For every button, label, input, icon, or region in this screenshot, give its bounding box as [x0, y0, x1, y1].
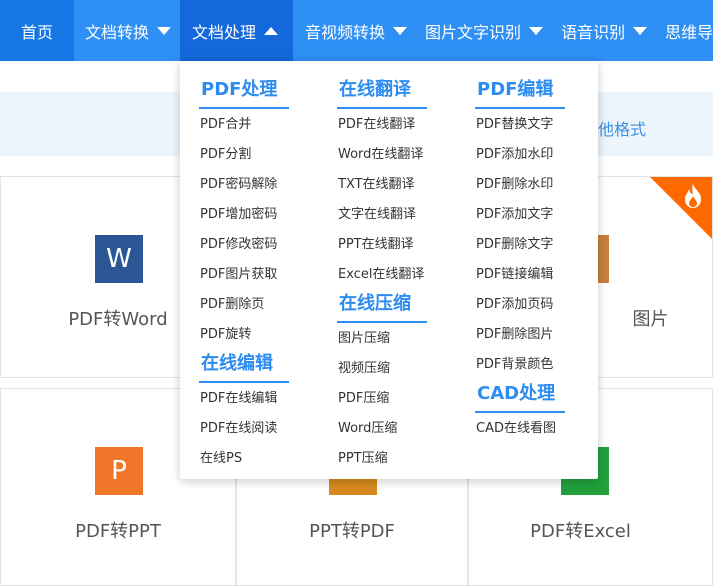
nav-label: 思维导图	[665, 22, 713, 42]
nav-item-doc-process[interactable]: 文档处理	[180, 0, 294, 61]
card-label: PPT转PDF	[309, 521, 395, 542]
menu-excel-translate[interactable]: Excel在线翻译	[338, 263, 424, 282]
menu-pdf-delete-text[interactable]: PDF删除文字	[476, 233, 553, 252]
word-file-icon: W	[95, 235, 143, 283]
menu-pdf-extract-images[interactable]: PDF图片获取	[200, 263, 277, 282]
menu-text-translate[interactable]: 文字在线翻译	[338, 203, 416, 222]
menu-word-compress[interactable]: Word压缩	[338, 417, 397, 436]
nav-label: 图片文字识别	[425, 22, 522, 42]
fire-icon	[685, 184, 701, 208]
banner-text[interactable]: 他格式	[598, 116, 646, 140]
menu-image-compress[interactable]: 图片压缩	[338, 327, 390, 346]
menu-pdf-online-read[interactable]: PDF在线阅读	[200, 417, 277, 436]
menu-ppt-compress[interactable]: PPT压缩	[338, 447, 388, 466]
doc-process-dropdown: PDF处理 PDF合并 PDF分割 PDF密码解除 PDF增加密码 PDF修改密…	[180, 61, 598, 479]
section-cad: CAD处理	[474, 379, 566, 413]
menu-pdf-add-watermark[interactable]: PDF添加水印	[476, 143, 553, 162]
menu-ppt-translate[interactable]: PPT在线翻译	[338, 233, 414, 252]
nav-label: 首页	[20, 22, 53, 42]
menu-pdf-online-edit[interactable]: PDF在线编辑	[200, 387, 277, 406]
menu-pdf-delete-page[interactable]: PDF删除页	[200, 293, 264, 312]
section-online-compress: 在线压缩	[337, 289, 427, 323]
menu-pdf-remove-watermark[interactable]: PDF删除水印	[476, 173, 553, 192]
menu-pdf-merge[interactable]: PDF合并	[200, 113, 251, 132]
nav-label: 文档处理	[192, 22, 257, 42]
menu-pdf-split[interactable]: PDF分割	[200, 143, 251, 162]
section-pdf-edit: PDF编辑	[474, 75, 566, 109]
menu-pdf-add-password[interactable]: PDF增加密码	[200, 203, 277, 222]
menu-pdf-background-color[interactable]: PDF背景颜色	[476, 353, 553, 372]
caret-down-icon	[157, 26, 172, 35]
menu-pdf-edit-links[interactable]: PDF链接编辑	[476, 263, 553, 282]
menu-video-compress[interactable]: 视频压缩	[338, 357, 390, 376]
menu-word-translate[interactable]: Word在线翻译	[338, 143, 423, 162]
menu-pdf-rotate[interactable]: PDF旋转	[200, 323, 251, 342]
caret-down-icon	[529, 26, 544, 35]
ppt-file-icon: P	[95, 447, 143, 495]
nav-item-doc-convert[interactable]: 文档转换	[85, 0, 172, 61]
caret-down-icon	[393, 26, 408, 35]
menu-pdf-delete-images[interactable]: PDF删除图片	[476, 323, 553, 342]
menu-pdf-add-text[interactable]: PDF添加文字	[476, 203, 553, 222]
menu-pdf-change-password[interactable]: PDF修改密码	[200, 233, 277, 252]
nav-item-home[interactable]: 首页	[0, 0, 74, 61]
nav-item-mindmap[interactable]: 思维导图	[665, 0, 713, 61]
nav-label: 音视频转换	[305, 22, 386, 42]
section-pdf-process: PDF处理	[198, 75, 290, 109]
card-label: PDF转Excel	[530, 521, 631, 542]
menu-pdf-add-page-numbers[interactable]: PDF添加页码	[476, 293, 553, 312]
menu-txt-translate[interactable]: TXT在线翻译	[338, 173, 415, 192]
menu-pdf-compress[interactable]: PDF压缩	[338, 387, 389, 406]
caret-down-icon	[633, 26, 648, 35]
menu-pdf-unlock[interactable]: PDF密码解除	[200, 173, 277, 192]
menu-pdf-replace-text[interactable]: PDF替换文字	[476, 113, 553, 132]
nav-label: 文档转换	[85, 22, 150, 42]
caret-up-icon	[264, 26, 279, 35]
section-online-translate: 在线翻译	[337, 75, 427, 109]
menu-online-ps[interactable]: 在线PS	[200, 447, 242, 466]
nav-item-ocr[interactable]: 图片文字识别	[425, 0, 544, 61]
top-nav-bar: 首页 文档转换 文档处理 音视频转换 图片文字识别 语音识别 思维导图	[0, 0, 713, 61]
nav-label: 语音识别	[561, 22, 626, 42]
section-online-edit: 在线编辑	[199, 349, 289, 383]
card-label: PDF转PPT	[75, 521, 161, 542]
nav-item-speech[interactable]: 语音识别	[561, 0, 648, 61]
menu-pdf-translate[interactable]: PDF在线翻译	[338, 113, 415, 132]
nav-item-av-convert[interactable]: 音视频转换	[305, 0, 408, 61]
menu-cad-viewer[interactable]: CAD在线看图	[476, 417, 556, 436]
